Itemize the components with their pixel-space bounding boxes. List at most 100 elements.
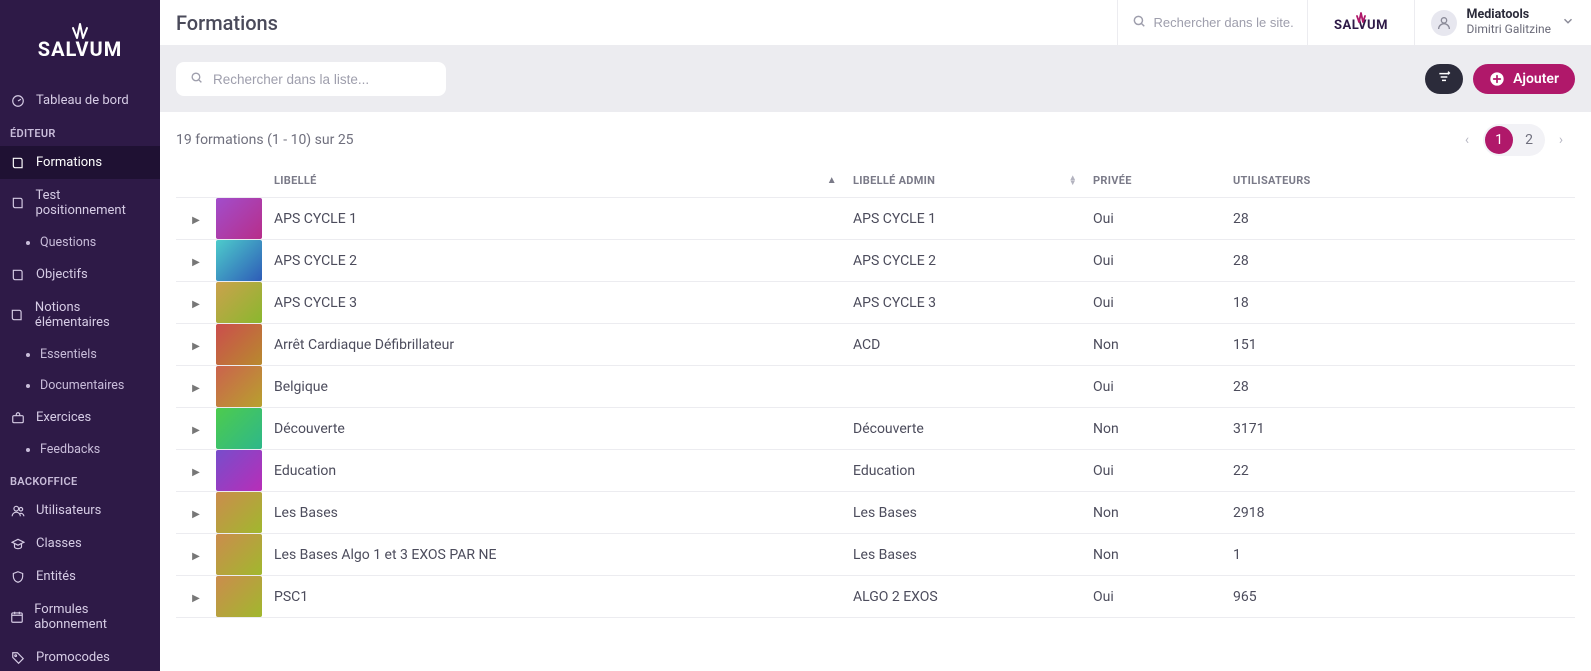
cell-utilisateurs: 28 [1225,366,1575,408]
chevron-left-icon: ‹ [1465,132,1469,148]
nav-label: Documentaires [40,378,124,393]
sort-button[interactable] [1425,64,1463,94]
sidebar-item-promocodes[interactable]: Promocodes [0,641,160,671]
cell-utilisateurs: 28 [1225,240,1575,282]
caret-right-icon: ▶ [192,593,200,604]
cell-libelle: PSC1 [266,576,845,618]
list-search[interactable] [176,62,446,96]
sidebar-item-test-positionnement[interactable]: Test positionnement [0,179,160,227]
cell-libelle-admin: ALGO 2 EXOS [845,576,1085,618]
sidebar-item-formules[interactable]: Formules abonnement [0,593,160,641]
expand-toggle[interactable]: ▶ [176,198,216,240]
table-row[interactable]: ▶ Belgique Oui28 [176,366,1575,408]
search-icon [1132,14,1146,32]
gauge-icon [10,94,26,108]
expand-toggle[interactable]: ▶ [176,408,216,450]
page-title: Formations [160,11,1117,35]
table-row[interactable]: ▶APS CYCLE 2APS CYCLE 2Oui28 [176,240,1575,282]
col-libelle-admin[interactable]: LIBELLÉ ADMIN ▲▼ [845,164,1085,198]
row-thumbnail [216,534,266,576]
cell-libelle-admin: APS CYCLE 2 [845,240,1085,282]
col-privee[interactable]: PRIVÉE [1085,164,1225,198]
sidebar-sub-documentaires[interactable]: Documentaires [0,370,160,401]
cell-privee: Non [1085,408,1225,450]
pager-next[interactable]: › [1547,126,1575,154]
cell-libelle-admin [845,366,1085,408]
table-row[interactable]: ▶Arrêt Cardiaque DéfibrillateurACDNon151 [176,324,1575,366]
cell-libelle-admin: Découverte [845,408,1085,450]
book-icon [10,196,25,210]
pager-prev[interactable]: ‹ [1453,126,1481,154]
table-row[interactable]: ▶PSC1ALGO 2 EXOSOui965 [176,576,1575,618]
expand-toggle[interactable]: ▶ [176,366,216,408]
col-utilisateurs[interactable]: UTILISATEURS [1225,164,1575,198]
table-row[interactable]: ▶APS CYCLE 3APS CYCLE 3Oui18 [176,282,1575,324]
bullet-icon [26,448,30,452]
bullet-icon [26,241,30,245]
pager-page-1[interactable]: 1 [1485,126,1513,154]
cell-libelle-admin: Les Bases [845,492,1085,534]
sidebar-item-formations[interactable]: Formations [0,146,160,179]
nav-label: Test positionnement [35,188,150,218]
caret-right-icon: ▶ [192,299,200,310]
cell-libelle-admin: ACD [845,324,1085,366]
cell-libelle: Les Bases [266,492,845,534]
nav-label: Tableau de bord [36,93,129,108]
cell-utilisateurs: 965 [1225,576,1575,618]
cell-utilisateurs: 151 [1225,324,1575,366]
caret-right-icon: ▶ [192,425,200,436]
book-icon [10,308,25,322]
expand-toggle[interactable]: ▶ [176,324,216,366]
table-row[interactable]: ▶DécouverteDécouverteNon3171 [176,408,1575,450]
site-search-input[interactable] [1154,15,1293,30]
expand-toggle[interactable]: ▶ [176,576,216,618]
nav-label: Utilisateurs [36,503,101,518]
nav-label: Exercices [36,410,91,425]
user-menu[interactable]: Mediatools Dimitri Galitzine [1415,0,1591,45]
graduation-cap-icon [10,537,26,551]
expand-toggle[interactable]: ▶ [176,282,216,324]
expand-toggle[interactable]: ▶ [176,534,216,576]
cell-privee: Oui [1085,240,1225,282]
sidebar-item-objectifs[interactable]: Objectifs [0,258,160,291]
table-row[interactable]: ▶Les BasesLes BasesNon2918 [176,492,1575,534]
table-row[interactable]: ▶Les Bases Algo 1 et 3 EXOS PAR NELes Ba… [176,534,1575,576]
nav-label: Notions élémentaires [35,300,150,330]
sidebar-item-classes[interactable]: Classes [0,527,160,560]
sidebar-item-exercices[interactable]: Exercices [0,401,160,434]
caret-right-icon: ▶ [192,551,200,562]
sidebar-item-notions[interactable]: Notions élémentaires [0,291,160,339]
cell-privee: Oui [1085,366,1225,408]
sidebar-item-dashboard[interactable]: Tableau de bord [0,84,160,117]
sidebar-item-utilisateurs[interactable]: Utilisateurs [0,494,160,527]
row-thumbnail [216,366,266,408]
cell-libelle-admin: APS CYCLE 3 [845,282,1085,324]
list-search-input[interactable] [213,72,432,87]
sort-icon [1436,69,1452,89]
table-row[interactable]: ▶APS CYCLE 1APS CYCLE 1Oui28 [176,198,1575,240]
caret-right-icon: ▶ [192,215,200,226]
shield-icon [10,570,26,584]
pagination: ‹ 12 › [1453,124,1575,156]
sidebar-sub-feedbacks[interactable]: Feedbacks [0,434,160,465]
table-row[interactable]: ▶EducationEducationOui22 [176,450,1575,492]
sidebar-sub-questions[interactable]: Questions [0,227,160,258]
sidebar-item-entites[interactable]: Entités [0,560,160,593]
site-search[interactable] [1117,0,1307,45]
expand-toggle[interactable]: ▶ [176,240,216,282]
nav-label: Formules abonnement [34,602,150,632]
user-name: Dimitri Galitzine [1467,23,1551,37]
sort-icon: ▲▼ [1069,176,1077,186]
caret-right-icon: ▶ [192,341,200,352]
tag-icon [10,651,26,665]
col-libelle[interactable]: LIBELLÉ ▲ [266,164,845,198]
sidebar-sub-essentiels[interactable]: Essentiels [0,339,160,370]
cell-privee: Non [1085,492,1225,534]
cell-libelle: Belgique [266,366,845,408]
pager-page-2[interactable]: 2 [1515,126,1543,154]
expand-toggle[interactable]: ▶ [176,492,216,534]
add-button[interactable]: Ajouter [1473,64,1575,94]
expand-toggle[interactable]: ▶ [176,450,216,492]
cell-privee: Oui [1085,282,1225,324]
cell-utilisateurs: 28 [1225,198,1575,240]
